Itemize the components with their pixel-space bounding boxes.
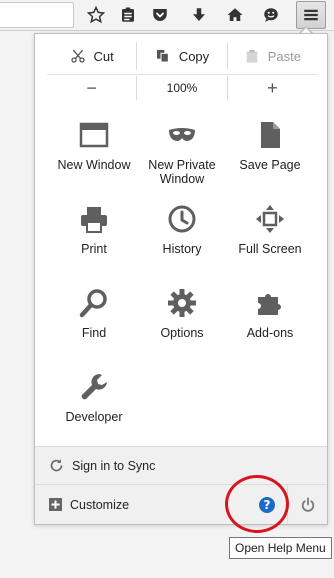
search-bar[interactable] [0,2,74,28]
history-button[interactable]: History [138,198,226,282]
save-page-icon [253,118,287,152]
tile-label: Print [81,242,107,256]
menu-grid: New Window New Private Window Save Page … [35,114,329,450]
private-mask-icon [165,118,199,152]
zoom-in-button[interactable]: + [226,76,317,100]
new-window-button[interactable]: New Window [50,114,138,198]
panel-footer: Customize ? [35,484,327,524]
tile-label: History [162,242,202,256]
developer-button[interactable]: Developer [50,366,138,450]
gear-icon [165,286,199,320]
power-icon [301,496,314,512]
cut-button[interactable]: Cut [47,42,136,70]
puzzle-icon [253,286,287,320]
paste-button[interactable]: Paste [226,42,317,70]
help-question-icon: ? [259,496,275,513]
bookmark-star-icon[interactable] [84,3,108,27]
copy-button[interactable]: Copy [136,42,226,70]
zoom-out-button[interactable]: − [47,76,136,100]
hamburger-icon [304,9,318,21]
bookmarks-list-icon[interactable] [116,3,140,27]
home-icon[interactable] [223,3,247,27]
edit-controls: Cut Copy Paste [47,42,317,70]
sync-label: Sign in to Sync [72,458,156,473]
magnifier-icon [77,286,111,320]
customize-label: Customize [70,497,130,512]
tile-label: Developer [65,410,123,424]
printer-icon [77,202,111,236]
wrench-icon [77,370,111,404]
add-ons-button[interactable]: Add-ons [226,282,314,366]
copy-icon [156,50,169,63]
downloads-arrow-icon[interactable] [187,3,211,27]
find-button[interactable]: Find [50,282,138,366]
menu-panel: Cut Copy Paste − 100% + New Window New P… [34,33,328,525]
new-window-icon [77,118,111,152]
clock-icon [165,202,199,236]
print-button[interactable]: Print [50,198,138,282]
sync-icon [50,459,63,472]
pocket-icon[interactable] [148,3,172,27]
save-page-button[interactable]: Save Page [226,114,314,198]
tile-label: Options [160,326,204,340]
sign-in-to-sync-button[interactable]: Sign in to Sync [35,446,327,484]
help-tooltip: Open Help Menu [229,537,332,559]
customize-button[interactable]: Customize [35,485,247,524]
copy-label: Copy [178,48,210,64]
tile-label: Save Page [239,158,301,172]
zoom-reset-button[interactable]: 100% [136,76,226,100]
scissors-icon [70,49,85,63]
new-private-window-button[interactable]: New Private Window [138,114,226,198]
tile-label: New Private Window [148,158,216,186]
clipboard-icon [246,50,258,63]
help-button[interactable]: ? [247,485,287,524]
paste-label: Paste [267,48,301,64]
options-button[interactable]: Options [138,282,226,366]
zoom-controls: − 100% + [47,76,317,100]
cut-label: Cut [93,48,114,64]
fullscreen-icon [253,202,287,236]
tile-label: Full Screen [238,242,302,256]
divider [47,74,317,75]
tile-label: Add-ons [246,326,294,340]
hello-chat-icon[interactable] [259,3,283,27]
tile-label: Find [81,326,107,340]
plus-box-icon [49,498,62,511]
quit-button[interactable] [287,485,327,524]
navigation-toolbar [0,0,334,31]
open-menu-button[interactable] [296,1,326,29]
tile-label: New Window [57,158,131,172]
full-screen-button[interactable]: Full Screen [226,198,314,282]
